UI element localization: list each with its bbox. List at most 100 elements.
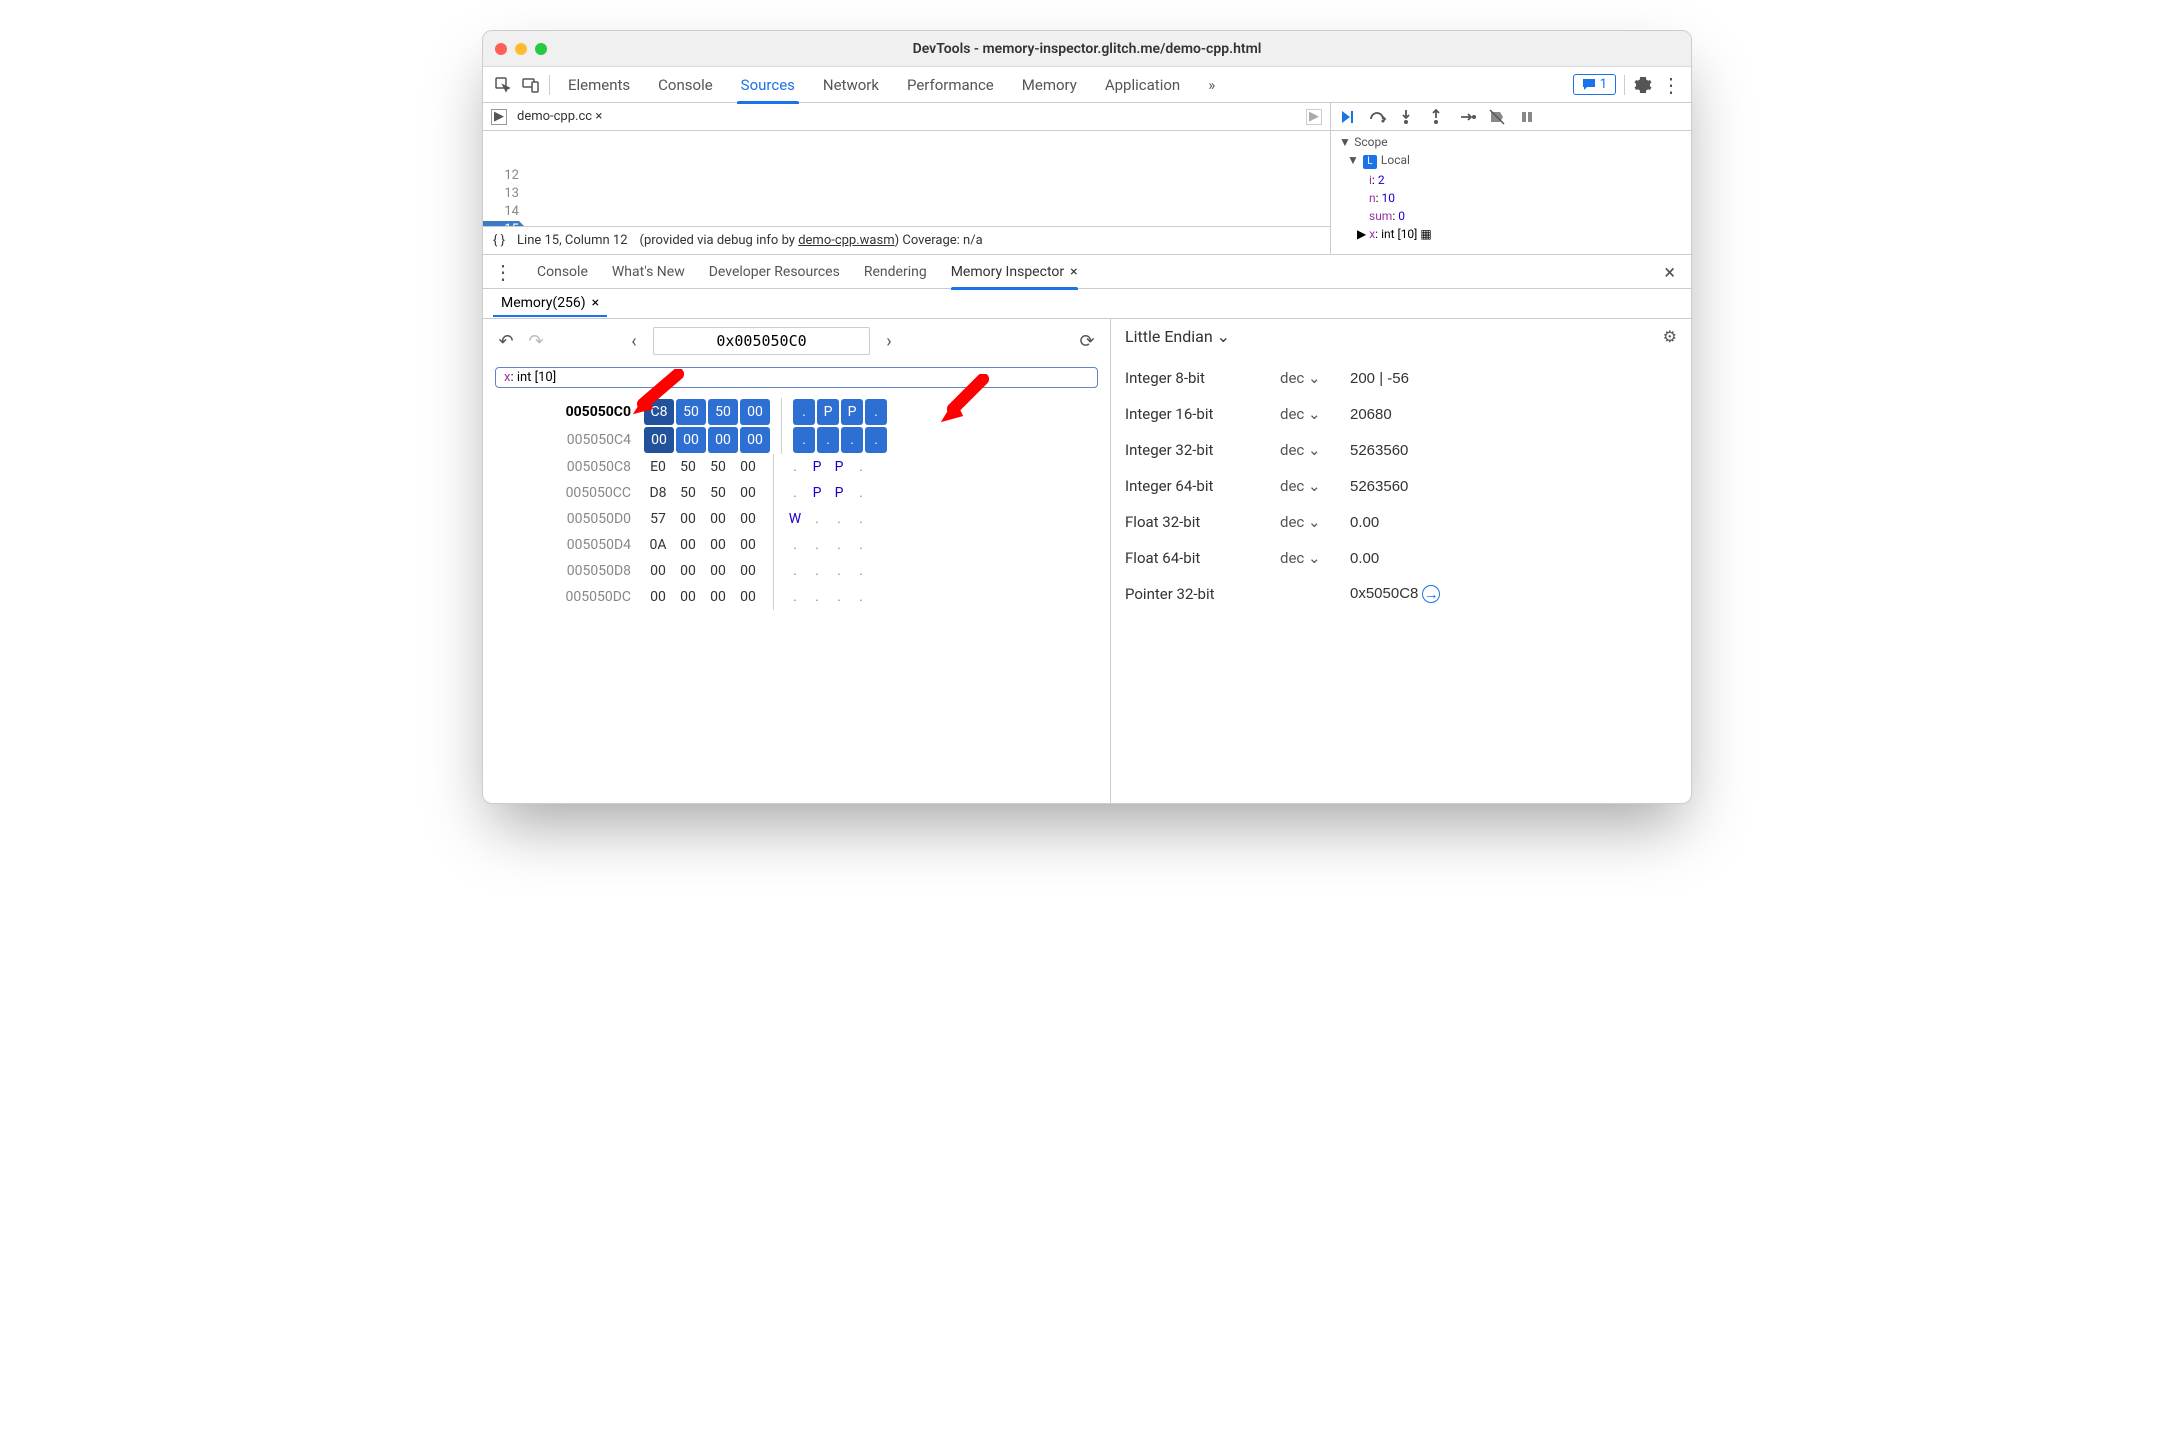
hex-byte[interactable]: E0 bbox=[643, 454, 673, 480]
drawer-tab-devres[interactable]: Developer Resources bbox=[709, 255, 840, 289]
hex-byte[interactable]: 00 bbox=[644, 427, 674, 453]
redo-icon[interactable]: ↷ bbox=[525, 331, 547, 352]
pause-exception-icon[interactable] bbox=[1519, 109, 1537, 125]
inspect-element-icon[interactable] bbox=[493, 75, 513, 95]
value-format-select[interactable]: dec ⌄ bbox=[1280, 477, 1350, 495]
value-format-select[interactable]: dec ⌄ bbox=[1280, 441, 1350, 459]
hex-byte[interactable]: 57 bbox=[643, 506, 673, 532]
refresh-icon[interactable]: ⟳ bbox=[1076, 331, 1098, 352]
close-memtab-icon[interactable]: × bbox=[592, 295, 599, 311]
scope-header[interactable]: ▼ Scope bbox=[1339, 133, 1683, 151]
object-chip[interactable]: x: int [10] bbox=[495, 367, 1098, 388]
hex-byte[interactable]: 00 bbox=[733, 584, 763, 610]
tab-network[interactable]: Network bbox=[819, 67, 883, 103]
value-format-select[interactable]: dec ⌄ bbox=[1280, 369, 1350, 387]
hex-byte[interactable]: 50 bbox=[673, 480, 703, 506]
value-settings-icon[interactable]: ⚙ bbox=[1663, 327, 1677, 346]
next-page-icon[interactable]: › bbox=[878, 331, 900, 352]
maximize-window[interactable] bbox=[535, 43, 547, 55]
tab-sources[interactable]: Sources bbox=[737, 67, 799, 103]
value-format-select[interactable]: dec ⌄ bbox=[1280, 513, 1350, 531]
messages-button[interactable]: 1 bbox=[1573, 74, 1616, 95]
hex-byte[interactable]: 00 bbox=[733, 532, 763, 558]
hex-byte[interactable]: 00 bbox=[703, 558, 733, 584]
more-menu-icon[interactable]: ⋮ bbox=[1661, 75, 1681, 95]
close-tab-icon[interactable]: × bbox=[595, 109, 602, 124]
step-over-icon[interactable] bbox=[1369, 110, 1387, 124]
step-into-icon[interactable] bbox=[1399, 109, 1417, 125]
tab-performance[interactable]: Performance bbox=[903, 67, 998, 103]
hex-byte[interactable]: 00 bbox=[673, 506, 703, 532]
code-content[interactable]: 121314151617 /* initialize x */ for (int… bbox=[483, 131, 1330, 226]
hex-row[interactable]: 005050CCD8505000.PP. bbox=[555, 480, 1098, 506]
memory-inspect-icon[interactable]: ▦ bbox=[1420, 227, 1431, 241]
jump-to-pointer-icon[interactable]: → bbox=[1422, 585, 1440, 603]
hex-byte[interactable]: 50 bbox=[703, 480, 733, 506]
wasm-link[interactable]: demo-cpp.wasm bbox=[798, 233, 894, 248]
step-icon[interactable] bbox=[1459, 110, 1477, 124]
hex-row[interactable]: 005050C400000000.... bbox=[555, 426, 1098, 454]
tab-memory[interactable]: Memory bbox=[1018, 67, 1081, 103]
hex-byte[interactable]: 50 bbox=[673, 454, 703, 480]
source-tab-file[interactable]: demo-cpp.cc × bbox=[517, 109, 602, 124]
hex-byte[interactable]: 00 bbox=[708, 427, 738, 453]
hex-byte[interactable]: 00 bbox=[673, 584, 703, 610]
device-toolbar-icon[interactable] bbox=[521, 75, 541, 95]
tab-console[interactable]: Console bbox=[654, 67, 717, 103]
hex-row[interactable]: 005050D40A000000.... bbox=[555, 532, 1098, 558]
hex-byte[interactable]: 00 bbox=[733, 454, 763, 480]
hex-byte[interactable]: D8 bbox=[643, 480, 673, 506]
hex-byte[interactable]: 00 bbox=[703, 506, 733, 532]
memory-tab-256[interactable]: Memory(256) × bbox=[493, 291, 607, 317]
value-format-select[interactable]: dec ⌄ bbox=[1280, 549, 1350, 567]
drawer-menu-icon[interactable]: ⋮ bbox=[493, 260, 513, 284]
settings-icon[interactable] bbox=[1633, 75, 1653, 95]
tab-application[interactable]: Application bbox=[1101, 67, 1184, 103]
hex-byte[interactable]: 00 bbox=[643, 584, 673, 610]
hex-row[interactable]: 005050D057000000W... bbox=[555, 506, 1098, 532]
more-tabs[interactable]: » bbox=[1204, 67, 1219, 103]
scope-var-n[interactable]: n: 10 bbox=[1339, 189, 1683, 207]
close-drawer-icon[interactable]: × bbox=[1658, 260, 1681, 284]
scope-var-i[interactable]: i: 2 bbox=[1339, 171, 1683, 189]
hex-byte[interactable]: 00 bbox=[703, 532, 733, 558]
tab-elements[interactable]: Elements bbox=[564, 67, 634, 103]
hex-byte[interactable]: 00 bbox=[643, 558, 673, 584]
hex-row[interactable]: 005050C8E0505000.PP. bbox=[555, 454, 1098, 480]
drawer-tab-meminspector[interactable]: Memory Inspector × bbox=[951, 255, 1078, 289]
snippet-run-icon[interactable]: ▶ bbox=[491, 109, 507, 125]
prev-page-icon[interactable]: ‹ bbox=[623, 331, 645, 352]
hex-byte[interactable]: 00 bbox=[733, 480, 763, 506]
hex-row[interactable]: 005050D800000000.... bbox=[555, 558, 1098, 584]
scope-var-sum[interactable]: sum: 0 bbox=[1339, 207, 1683, 225]
snippet-icon[interactable]: ▶ bbox=[1306, 109, 1322, 125]
scope-var-x[interactable]: ▶ x: int [10] ▦ bbox=[1339, 225, 1683, 243]
resume-icon[interactable] bbox=[1339, 109, 1357, 125]
drawer-tab-console[interactable]: Console bbox=[537, 255, 588, 289]
address-input[interactable] bbox=[653, 327, 870, 355]
close-window[interactable] bbox=[495, 43, 507, 55]
hex-byte[interactable]: 50 bbox=[703, 454, 733, 480]
hex-byte[interactable]: 00 bbox=[740, 399, 770, 425]
hex-byte[interactable]: 00 bbox=[740, 427, 770, 453]
deactivate-breakpoints-icon[interactable] bbox=[1489, 109, 1507, 125]
drawer-tab-whatsnew[interactable]: What's New bbox=[612, 255, 685, 289]
hex-byte[interactable]: 00 bbox=[703, 584, 733, 610]
hex-byte[interactable]: 00 bbox=[733, 506, 763, 532]
undo-icon[interactable]: ↶ bbox=[495, 331, 517, 352]
hex-byte[interactable]: 0A bbox=[643, 532, 673, 558]
value-format-select[interactable]: dec ⌄ bbox=[1280, 405, 1350, 423]
hex-byte[interactable]: 00 bbox=[733, 558, 763, 584]
scope-local[interactable]: ▼LLocal bbox=[1339, 151, 1683, 171]
hex-byte[interactable]: 00 bbox=[673, 532, 703, 558]
drawer-tab-rendering[interactable]: Rendering bbox=[864, 255, 927, 289]
minimize-window[interactable] bbox=[515, 43, 527, 55]
pretty-print-icon[interactable]: { } bbox=[493, 233, 505, 248]
hex-byte[interactable]: 00 bbox=[673, 558, 703, 584]
hex-row[interactable]: 005050DC00000000.... bbox=[555, 584, 1098, 610]
step-out-icon[interactable] bbox=[1429, 109, 1447, 125]
endian-select[interactable]: Little Endian ⌄ bbox=[1125, 327, 1230, 346]
hex-byte[interactable]: 50 bbox=[708, 399, 738, 425]
close-drawer-tab-icon[interactable]: × bbox=[1070, 264, 1077, 280]
hex-byte[interactable]: 00 bbox=[676, 427, 706, 453]
